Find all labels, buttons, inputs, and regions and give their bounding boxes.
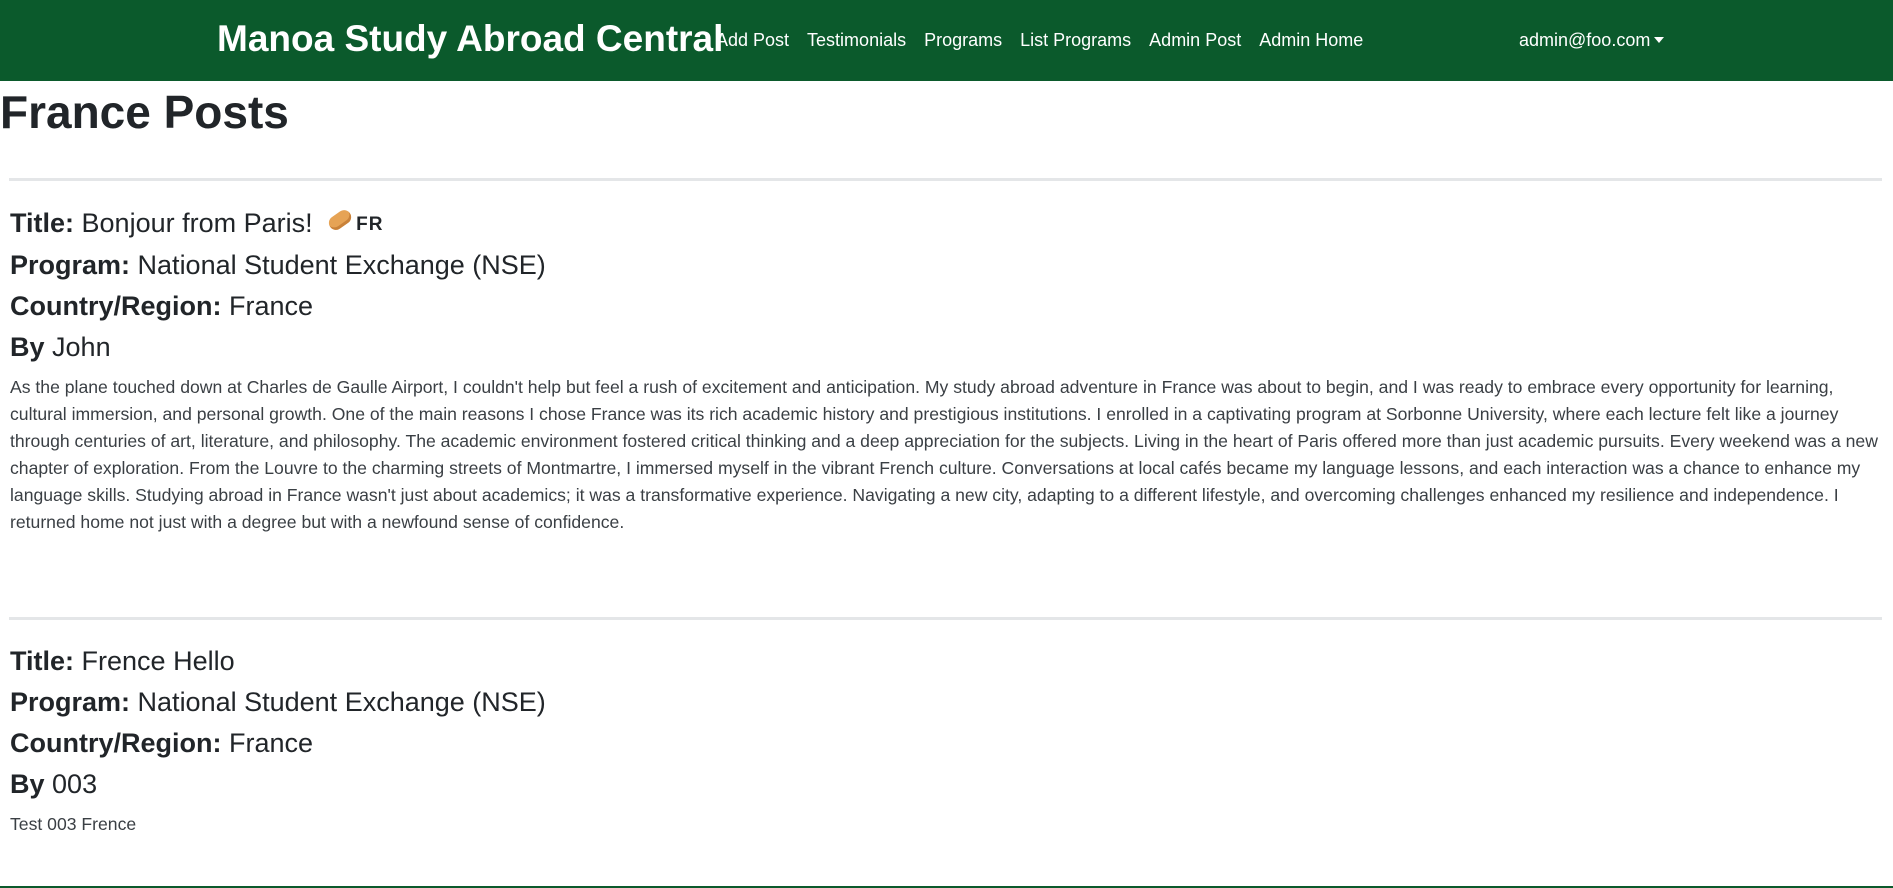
post-card: Title: Frence Hello Program: National St… bbox=[10, 641, 1880, 838]
title-label: Title: bbox=[10, 646, 75, 676]
bread-icon bbox=[326, 207, 354, 233]
post-program-row: Program: National Student Exchange (NSE) bbox=[10, 245, 1880, 286]
post-divider bbox=[9, 178, 1882, 181]
post-program-row: Program: National Student Exchange (NSE) bbox=[10, 682, 1880, 723]
post-country-row: Country/Region: France bbox=[10, 286, 1880, 327]
caret-down-icon bbox=[1654, 37, 1665, 43]
nav-admin-post[interactable]: Admin Post bbox=[1149, 28, 1241, 52]
post-title-row: Title: Bonjour from Paris! FR bbox=[10, 202, 1880, 245]
post-country: France bbox=[229, 291, 314, 321]
nav-admin-home[interactable]: Admin Home bbox=[1259, 28, 1363, 52]
post-author-row: By 003 bbox=[10, 764, 1880, 805]
by-label: By bbox=[10, 332, 45, 362]
user-dropdown[interactable]: admin@foo.com bbox=[1519, 28, 1665, 52]
post-author: John bbox=[52, 332, 111, 362]
post-body: As the plane touched down at Charles de … bbox=[10, 377, 1878, 532]
post-card: Title: Bonjour from Paris! FR Program: N… bbox=[10, 202, 1880, 536]
nav-add-post[interactable]: Add Post bbox=[716, 28, 789, 52]
post-country-row: Country/Region: France bbox=[10, 723, 1880, 764]
nav-testimonials[interactable]: Testimonials bbox=[807, 28, 906, 52]
post-title: Bonjour from Paris! bbox=[81, 208, 313, 238]
post-program: National Student Exchange (NSE) bbox=[137, 687, 546, 717]
post-divider bbox=[9, 617, 1882, 620]
nav-links: Add Post Testimonials Programs List Prog… bbox=[716, 28, 1381, 52]
by-label: By bbox=[10, 769, 45, 799]
nav-programs[interactable]: Programs bbox=[924, 28, 1002, 52]
post-title-row: Title: Frence Hello bbox=[10, 641, 1880, 682]
nav-list-programs[interactable]: List Programs bbox=[1020, 28, 1131, 52]
title-label: Title: bbox=[10, 208, 75, 238]
post-program: National Student Exchange (NSE) bbox=[137, 250, 546, 280]
program-label: Program: bbox=[10, 687, 131, 717]
program-label: Program: bbox=[10, 250, 131, 280]
post-country: France bbox=[229, 728, 314, 758]
post-body: Test 003 Frence bbox=[10, 814, 137, 834]
post-author-row: By John bbox=[10, 327, 1880, 368]
country-label: Country/Region: bbox=[10, 291, 222, 321]
page-title: France Posts bbox=[0, 86, 289, 138]
post-author: 003 bbox=[52, 769, 98, 799]
brand-link[interactable]: Manoa Study Abroad Central bbox=[217, 15, 723, 63]
post-title: Frence Hello bbox=[81, 646, 235, 676]
user-email: admin@foo.com bbox=[1519, 30, 1651, 50]
top-navbar: Manoa Study Abroad Central Add Post Test… bbox=[0, 0, 1893, 81]
post-flag: FR bbox=[326, 202, 384, 245]
flag-code: FR bbox=[356, 214, 384, 235]
country-label: Country/Region: bbox=[10, 728, 222, 758]
